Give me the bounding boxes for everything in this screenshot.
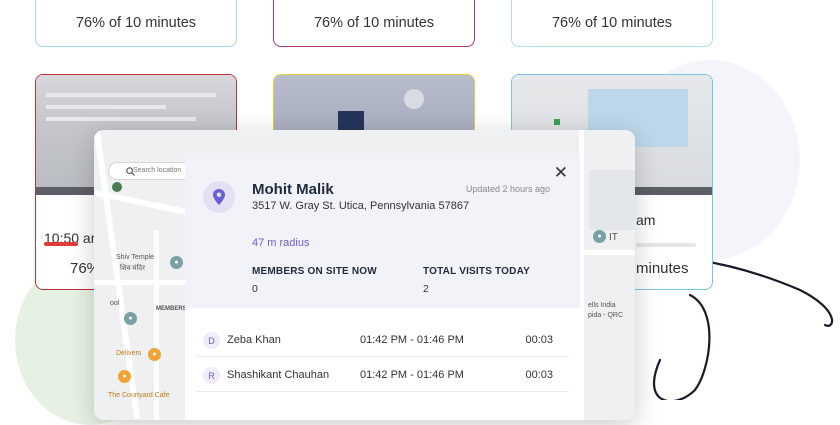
members-on-site-label: MEMBERS ON SITE NOW <box>252 266 377 277</box>
map-label-india-sub: pida - QRC <box>588 312 624 319</box>
green-pin-icon <box>112 182 122 192</box>
close-icon[interactable]: ✕ <box>554 163 568 183</box>
visit-time-range: 01:42 PM - 01:46 PM <box>360 369 464 381</box>
cafe-pin-icon: ● <box>118 370 131 383</box>
location-map-card: Search location Shiv Temple शिव मंदिर ● … <box>94 130 635 420</box>
visitor-name: Shashikant Chauhan <box>227 369 330 381</box>
panel-header: Mohit Malik Updated 2 hours ago 3517 W. … <box>185 153 580 308</box>
map-label-india: ells India <box>588 302 616 309</box>
place-pin-icon: ● <box>593 230 606 243</box>
visit-duration: 00:03 <box>525 334 553 346</box>
progress-bar <box>44 242 78 246</box>
members-on-site-value: 0 <box>252 283 258 295</box>
progress-text: 76% of 10 minutes <box>75 15 197 31</box>
map-label-temple-alt: शिव मंदिर <box>120 265 145 272</box>
activity-card: 76% of 10 minutes <box>273 0 475 47</box>
location-detail-panel: Mohit Malik Updated 2 hours ago 3517 W. … <box>185 153 580 420</box>
map-label-courtyard: The Courtyard Cafe <box>108 392 170 399</box>
visitor-name: Zeba Khan <box>227 334 281 346</box>
location-address: 3517 W. Gray St. Utica, Pennsylvania 578… <box>252 200 470 212</box>
delivery-pin-icon: ● <box>148 348 161 361</box>
total-visits-value: 2 <box>423 283 429 295</box>
map-label-it: IT <box>609 232 618 243</box>
progress-text: 76% of 10 minutes <box>313 15 435 31</box>
place-pin-icon: ● <box>170 256 183 269</box>
location-name: Mohit Malik <box>252 181 334 198</box>
visit-row[interactable]: R Shashikant Chauhan 01:42 PM - 01:46 PM… <box>197 358 569 392</box>
percent-label: minutes <box>636 260 689 277</box>
progress-bar <box>636 243 696 247</box>
progress-text: 76% of 10 minutes <box>551 15 673 31</box>
map-label-delivers: Delivers <box>116 350 142 357</box>
visit-row[interactable]: D Zeba Khan 01:42 PM - 01:46 PM 00:03 <box>197 323 569 357</box>
time-label: am <box>636 212 656 228</box>
activity-card: 76% of 10 minutes <box>511 0 713 47</box>
map-label-school: ool <box>110 300 120 307</box>
avatar: D <box>203 332 220 349</box>
radius-label: 47 m radius <box>252 237 310 249</box>
avatar: R <box>203 367 220 384</box>
school-pin-icon: ● <box>124 312 137 325</box>
visit-time-range: 01:42 PM - 01:46 PM <box>360 334 464 346</box>
total-visits-label: TOTAL VISITS TODAY <box>423 266 530 277</box>
search-icon <box>126 167 135 176</box>
location-pin-icon <box>203 181 235 213</box>
updated-timestamp: Updated 2 hours ago <box>465 184 550 194</box>
map-label-temple: Shiv Temple <box>116 254 155 261</box>
visit-duration: 00:03 <box>525 369 553 381</box>
activity-card: 76% of 10 minutes <box>35 0 237 47</box>
